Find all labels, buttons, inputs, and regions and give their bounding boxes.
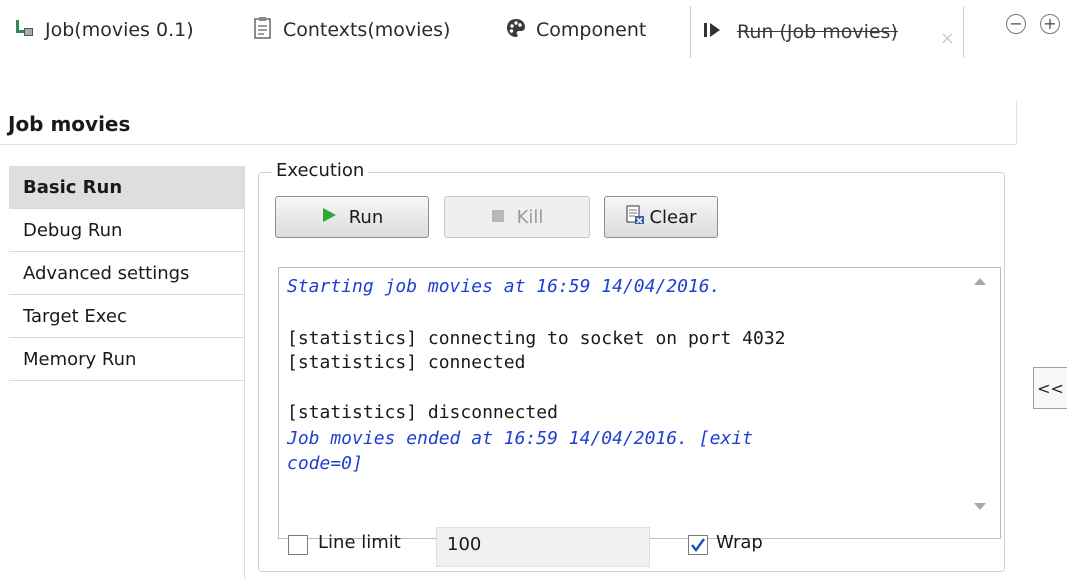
wrap-checkbox[interactable] [688, 535, 708, 555]
tab-component-label: Component [536, 19, 647, 41]
console-line-start: Starting job movies at 16:59 14/04/2016. [287, 276, 721, 297]
job-design-icon [14, 17, 36, 44]
editor-tab-bar: Job(movies 0.1) Contexts(movies) Compone… [0, 0, 1067, 58]
clear-button[interactable]: Clear [604, 196, 718, 238]
checkmark-icon [691, 538, 705, 552]
page-title: Job movies [8, 112, 131, 136]
console-output[interactable]: Starting job movies at 16:59 14/04/2016.… [278, 267, 1001, 539]
maximize-icon[interactable]: + [1040, 14, 1060, 34]
clear-button-label: Clear [649, 206, 697, 228]
close-icon[interactable]: × [940, 28, 955, 49]
wrap-label: Wrap [716, 532, 763, 553]
line-limit-input[interactable]: 100 [436, 527, 650, 567]
collapse-panel-button[interactable]: << [1033, 367, 1067, 409]
nav-item-basic-run[interactable]: Basic Run [9, 166, 244, 209]
tab-run[interactable]: Run (Job movies) × [690, 6, 964, 58]
clear-console-icon [625, 204, 645, 230]
tab-contexts[interactable]: Contexts(movies) [252, 0, 450, 82]
tab-job[interactable]: Job(movies 0.1) [14, 0, 194, 82]
nav-item-debug-run[interactable]: Debug Run [9, 209, 244, 252]
tab-run-label: Run (Job movies) [737, 21, 898, 43]
console-line-connected: [statistics] connected [287, 352, 526, 373]
minimize-icon[interactable]: − [1006, 14, 1026, 34]
job-header [0, 100, 1017, 145]
kill-button[interactable]: Kill [444, 196, 590, 238]
contexts-icon [252, 16, 274, 45]
scroll-down-icon[interactable] [974, 503, 986, 510]
console-line-exit-code: code=0] [287, 453, 363, 474]
nav-item-target-exec[interactable]: Target Exec [9, 295, 244, 338]
nav-item-memory-run[interactable]: Memory Run [9, 338, 244, 381]
tab-job-label: Job(movies 0.1) [45, 19, 194, 41]
kill-button-label: Kill [516, 206, 544, 228]
run-tab-icon [703, 21, 721, 44]
run-mode-nav: Basic Run Debug Run Advanced settings Ta… [9, 166, 245, 579]
tab-contexts-label: Contexts(movies) [283, 19, 451, 41]
run-button-label: Run [348, 206, 384, 228]
console-line-ended: Job movies ended at 16:59 14/04/2016. [e… [287, 428, 753, 449]
execution-legend: Execution [272, 160, 369, 181]
nav-item-advanced-settings[interactable]: Advanced settings [9, 252, 244, 295]
console-line-connecting: [statistics] connecting to socket on por… [287, 328, 786, 349]
line-limit-label: Line limit [318, 532, 401, 553]
play-icon [321, 207, 337, 228]
tab-component[interactable]: Component [505, 0, 646, 82]
run-button[interactable]: Run [275, 196, 429, 238]
console-line-disconnected: [statistics] disconnected [287, 402, 558, 423]
scroll-up-icon[interactable] [974, 278, 986, 285]
palette-icon [505, 17, 527, 44]
stop-icon [491, 207, 505, 228]
line-limit-checkbox[interactable] [288, 535, 308, 555]
